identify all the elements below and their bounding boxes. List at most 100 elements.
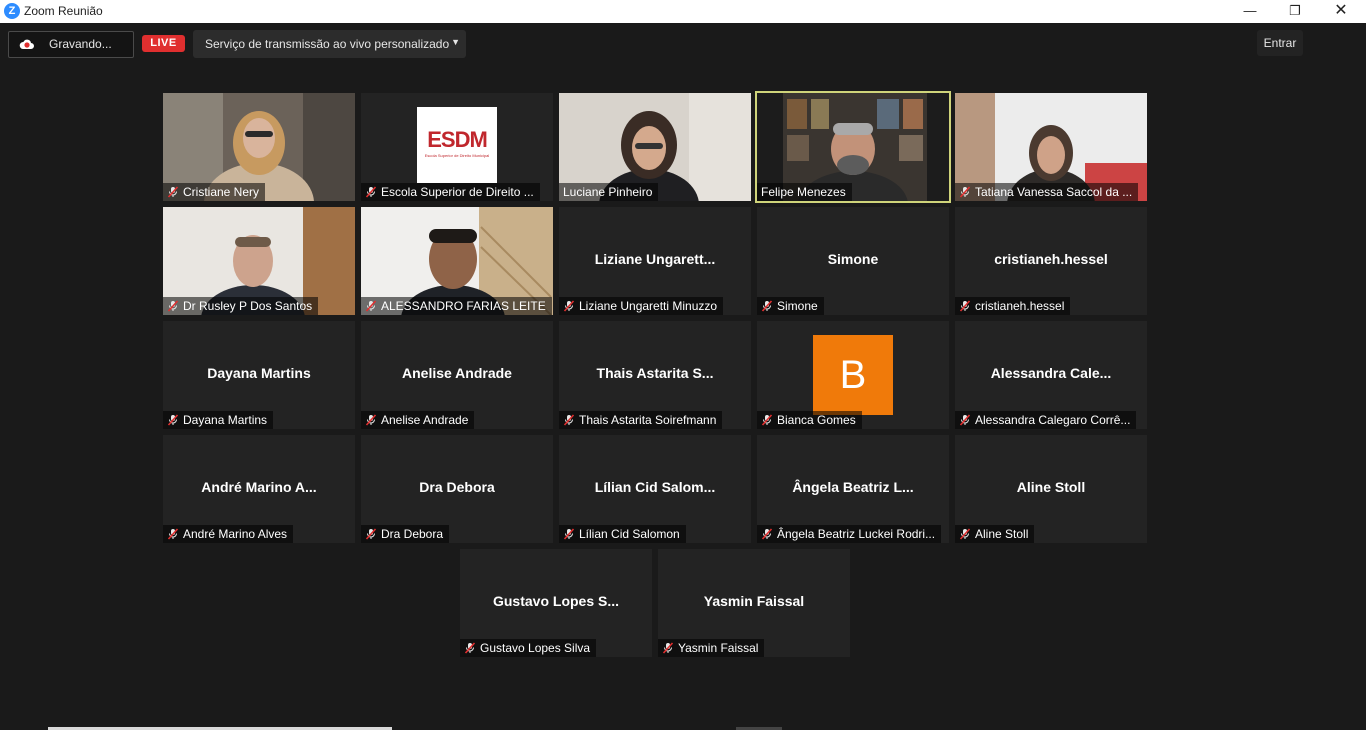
- participant-name-label: Thais Astarita Soirefmann: [559, 411, 723, 429]
- participant-name-text: Gustavo Lopes Silva: [480, 641, 591, 655]
- participant-display-name: Anelise Andrade: [402, 365, 512, 381]
- participant-tile[interactable]: Liziane Ungarett... Liziane Ungaretti Min…: [559, 207, 751, 315]
- gallery-view: Cristiane Nery ESDM Escola Superior de Dir…: [0, 0, 1366, 730]
- participant-name-label: Aline Stoll: [955, 525, 1035, 543]
- participant-name-label: Escola Superior de Direito ...: [361, 183, 540, 201]
- participant-display-name: Simone: [827, 251, 879, 267]
- participant-name-text: Tatiana Vanessa Saccol da ...: [975, 185, 1133, 199]
- participant-display-name: Dayana Martins: [207, 365, 311, 381]
- logo-subtext: Escola Superior de Direito Municipal: [424, 153, 490, 158]
- participant-display-name: Lílian Cid Salom...: [594, 479, 716, 495]
- participant-tile[interactable]: Dayana Martins Dayana Martins: [163, 321, 355, 429]
- participant-tile[interactable]: Cristiane Nery: [163, 93, 355, 201]
- participant-tile[interactable]: Thais Astarita S... Thais Astarita Soiref…: [559, 321, 751, 429]
- participant-name-label: Cristiane Nery: [163, 183, 266, 201]
- participant-display-name: Gustavo Lopes S...: [492, 593, 620, 609]
- muted-mic-icon: [365, 414, 377, 426]
- participant-name-text: Anelise Andrade: [381, 413, 469, 427]
- participant-display-name: André Marino A...: [201, 479, 317, 495]
- participant-name-label: Luciane Pinheiro: [559, 183, 659, 201]
- participant-name-label: ALESSANDRO FARIAS LEITE: [361, 297, 552, 315]
- participant-name-label: Yasmin Faissal: [658, 639, 765, 657]
- participant-name-label: Tatiana Vanessa Saccol da ...: [955, 183, 1139, 201]
- participant-tile[interactable]: Yasmin Faissal Yasmin Faissal: [658, 549, 850, 657]
- muted-mic-icon: [959, 414, 971, 426]
- participant-display-name: cristianeh.hessel: [994, 251, 1108, 267]
- muted-mic-icon: [662, 642, 674, 654]
- avatar: B: [813, 335, 893, 415]
- muted-mic-icon: [761, 414, 773, 426]
- participant-name-text: ALESSANDRO FARIAS LEITE: [381, 299, 546, 313]
- muted-mic-icon: [365, 528, 377, 540]
- participant-name-text: cristianeh.hessel: [975, 299, 1065, 313]
- muted-mic-icon: [167, 186, 179, 198]
- participant-name-label: Anelise Andrade: [361, 411, 475, 429]
- participant-name-label: Gustavo Lopes Silva: [460, 639, 597, 657]
- participant-display-name: Alessandra Cale...: [990, 365, 1112, 381]
- participant-name-label: Dayana Martins: [163, 411, 274, 429]
- logo-text: ESDM: [427, 127, 488, 152]
- participant-name-label: Ângela Beatriz Luckei Rodri...: [757, 525, 942, 543]
- participant-tile[interactable]: Lílian Cid Salom... Lílian Cid Salomon: [559, 435, 751, 543]
- participant-name-text: Thais Astarita Soirefmann: [579, 413, 717, 427]
- muted-mic-icon: [167, 300, 179, 312]
- participant-name-text: Ângela Beatriz Luckei Rodri...: [777, 527, 936, 541]
- participant-name-label: Liziane Ungaretti Minuzzo: [559, 297, 724, 315]
- participant-name-text: Luciane Pinheiro: [563, 185, 653, 199]
- muted-mic-icon: [959, 300, 971, 312]
- participant-display-name: Dra Debora: [419, 479, 495, 495]
- muted-mic-icon: [761, 300, 773, 312]
- participant-name-text: Liziane Ungaretti Minuzzo: [579, 299, 718, 313]
- participant-tile[interactable]: Anelise Andrade Anelise Andrade: [361, 321, 553, 429]
- participant-tile[interactable]: André Marino A... André Marino Alves: [163, 435, 355, 543]
- participant-display-name: Aline Stoll: [1016, 479, 1086, 495]
- participant-display-name: Ângela Beatriz L...: [792, 479, 914, 495]
- participant-name-label: Felipe Menezes: [757, 183, 852, 201]
- participant-display-name: Yasmin Faissal: [703, 593, 805, 609]
- participant-tile[interactable]: Luciane Pinheiro: [559, 93, 751, 201]
- participant-name-text: Alessandra Calegaro Corrê...: [975, 413, 1131, 427]
- participant-tile[interactable]: Dr Rusley P Dos Santos: [163, 207, 355, 315]
- participant-name-text: André Marino Alves: [183, 527, 288, 541]
- participant-tile[interactable]: Aline Stoll Aline Stoll: [955, 435, 1147, 543]
- participant-name-text: Aline Stoll: [975, 527, 1029, 541]
- muted-mic-icon: [167, 414, 179, 426]
- participant-tile[interactable]: Simone Simone: [757, 207, 949, 315]
- muted-mic-icon: [563, 528, 575, 540]
- muted-mic-icon: [365, 186, 377, 198]
- participant-name-text: Escola Superior de Direito ...: [381, 185, 534, 199]
- participant-name-text: Felipe Menezes: [761, 185, 846, 199]
- muted-mic-icon: [563, 414, 575, 426]
- participant-name-label: André Marino Alves: [163, 525, 294, 543]
- participant-name-text: Simone: [777, 299, 818, 313]
- participant-name-text: Lílian Cid Salomon: [579, 527, 680, 541]
- participant-name-text: Dr Rusley P Dos Santos: [183, 299, 313, 313]
- muted-mic-icon: [464, 642, 476, 654]
- participant-name-label: Bianca Gomes: [757, 411, 862, 429]
- participant-tile[interactable]: Tatiana Vanessa Saccol da ...: [955, 93, 1147, 201]
- participant-display-name: Liziane Ungarett...: [594, 251, 716, 267]
- participant-name-label: Dra Debora: [361, 525, 450, 543]
- participant-tile[interactable]: ESDM Escola Superior de Direito Municipal…: [361, 93, 553, 201]
- muted-mic-icon: [761, 528, 773, 540]
- participant-name-label: Alessandra Calegaro Corrê...: [955, 411, 1137, 429]
- muted-mic-icon: [167, 528, 179, 540]
- participant-tile[interactable]: cristianeh.hessel cristianeh.hessel: [955, 207, 1147, 315]
- muted-mic-icon: [959, 528, 971, 540]
- muted-mic-icon: [959, 186, 971, 198]
- participant-tile[interactable]: B Bianca Gomes: [757, 321, 949, 429]
- participant-name-label: Dr Rusley P Dos Santos: [163, 297, 319, 315]
- participant-name-label: Simone: [757, 297, 824, 315]
- participant-name-label: Lílian Cid Salomon: [559, 525, 686, 543]
- participant-tile[interactable]: Alessandra Cale... Alessandra Calegaro Co…: [955, 321, 1147, 429]
- muted-mic-icon: [365, 300, 377, 312]
- participant-tile[interactable]: Felipe Menezes: [755, 91, 951, 203]
- participant-tile[interactable]: Ângela Beatriz L... Ângela Beatriz Luckei…: [757, 435, 949, 543]
- participant-name-text: Dayana Martins: [183, 413, 268, 427]
- participant-name-text: Cristiane Nery: [183, 185, 260, 199]
- participant-name-text: Bianca Gomes: [777, 413, 856, 427]
- muted-mic-icon: [563, 300, 575, 312]
- participant-tile[interactable]: Dra Debora Dra Debora: [361, 435, 553, 543]
- participant-tile[interactable]: ALESSANDRO FARIAS LEITE: [361, 207, 553, 315]
- participant-tile[interactable]: Gustavo Lopes S... Gustavo Lopes Silva: [460, 549, 652, 657]
